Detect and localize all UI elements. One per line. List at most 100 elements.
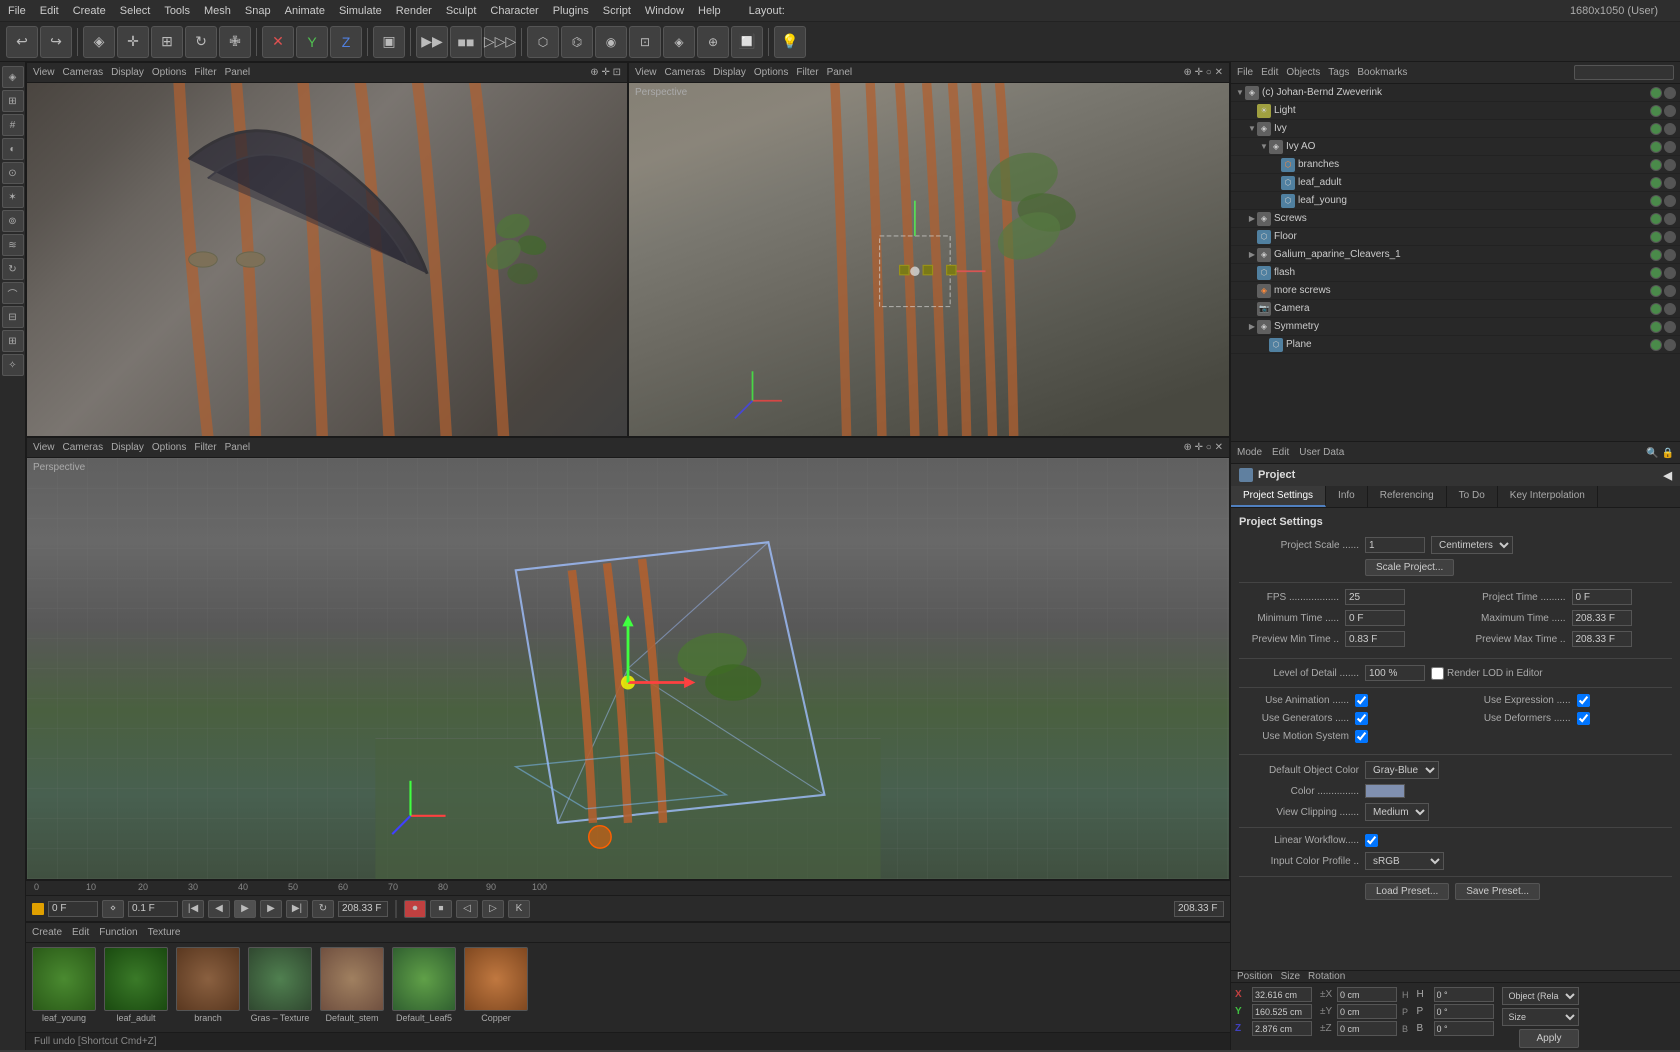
- vis-btn-green-1[interactable]: [1650, 105, 1662, 117]
- vis-btn-grey-14[interactable]: [1664, 339, 1676, 351]
- mat-edit[interactable]: Edit: [72, 927, 89, 938]
- record-all-btn[interactable]: ⏺: [404, 900, 426, 918]
- vis-btn-grey-8[interactable]: [1664, 231, 1676, 243]
- use-gen-checkbox[interactable]: [1355, 712, 1368, 725]
- rot-p-input[interactable]: [1434, 1004, 1494, 1019]
- tab-key-interp[interactable]: Key Interpolation: [1498, 486, 1598, 507]
- left-icon-5[interactable]: ⊙: [2, 162, 24, 184]
- material-item-4[interactable]: Default_stem: [318, 947, 386, 1023]
- expand-icon-9[interactable]: ▶: [1247, 250, 1257, 260]
- vp-tl-cameras[interactable]: Cameras: [63, 67, 104, 78]
- vis-btn-green-11[interactable]: [1650, 285, 1662, 297]
- menu-item-edit[interactable]: Edit: [40, 5, 59, 17]
- preview-max-input[interactable]: [1572, 631, 1632, 647]
- menu-item-window[interactable]: Window: [645, 5, 684, 17]
- vis-btn-grey-13[interactable]: [1664, 321, 1676, 333]
- proj-time-input[interactable]: [1572, 589, 1632, 605]
- use-expr-checkbox[interactable]: [1577, 694, 1590, 707]
- menu-item-create[interactable]: Create: [73, 5, 106, 17]
- vis-btn-grey-2[interactable]: [1664, 123, 1676, 135]
- vp-tr-filter[interactable]: Filter: [796, 67, 818, 78]
- object-item-3[interactable]: ▼◈Ivy AO: [1231, 138, 1680, 156]
- rot-b-input[interactable]: [1434, 1021, 1494, 1036]
- z-btn[interactable]: Z: [330, 26, 362, 58]
- material-item-1[interactable]: leaf_adult: [102, 947, 170, 1023]
- color-swatch[interactable]: [1365, 784, 1405, 798]
- prop-userdata[interactable]: User Data: [1299, 447, 1344, 458]
- om-tags[interactable]: Tags: [1328, 67, 1349, 78]
- menu-item-help[interactable]: Help: [698, 5, 721, 17]
- object-item-8[interactable]: ⬡Floor: [1231, 228, 1680, 246]
- vis-btn-green-6[interactable]: [1650, 195, 1662, 207]
- default-color-dropdown[interactable]: Gray-Blue Red Green Blue: [1365, 761, 1439, 779]
- input-color-dropdown[interactable]: sRGB Linear AdobeRGB: [1365, 852, 1444, 870]
- menu-item-mesh[interactable]: Mesh: [204, 5, 231, 17]
- rotate-btn[interactable]: ↻: [185, 26, 217, 58]
- preview-min-input[interactable]: [1345, 631, 1405, 647]
- material-item-0[interactable]: leaf_young: [30, 947, 98, 1023]
- tab-referencing[interactable]: Referencing: [1368, 486, 1447, 507]
- object-item-5[interactable]: ⬡leaf_adult: [1231, 174, 1680, 192]
- object-item-10[interactable]: ⬡flash: [1231, 264, 1680, 282]
- scale-btn[interactable]: ⊞: [151, 26, 183, 58]
- vp-tl-view[interactable]: View: [33, 67, 55, 78]
- use-motion-checkbox[interactable]: [1355, 730, 1368, 743]
- size-z-input[interactable]: [1337, 1021, 1397, 1036]
- object-item-9[interactable]: ▶◈Galium_aparine_Cleavers_1: [1231, 246, 1680, 264]
- linear-wf-checkbox[interactable]: [1365, 834, 1378, 847]
- menu-item-file[interactable]: File: [8, 5, 26, 17]
- object-item-14[interactable]: ⬡Plane: [1231, 336, 1680, 354]
- left-icon-1[interactable]: ◈: [2, 66, 24, 88]
- transform-btn[interactable]: ✙: [219, 26, 251, 58]
- transform-pos-tab[interactable]: Position: [1237, 971, 1273, 982]
- vis-btn-green-7[interactable]: [1650, 213, 1662, 225]
- viewport-top-left-canvas[interactable]: [27, 83, 627, 436]
- max-time-input[interactable]: [1572, 610, 1632, 626]
- vp-br-options[interactable]: Options: [152, 442, 186, 453]
- render-lod-checkbox[interactable]: [1431, 667, 1444, 680]
- material-item-5[interactable]: Default_Leaf5: [390, 947, 458, 1023]
- menu-item-tools[interactable]: Tools: [164, 5, 190, 17]
- pos-x-input[interactable]: [1252, 987, 1312, 1002]
- vp-br-view[interactable]: View: [33, 442, 55, 453]
- pos-z-input[interactable]: [1252, 1021, 1312, 1036]
- mat-create[interactable]: Create: [32, 927, 62, 938]
- x-btn[interactable]: ✕: [262, 26, 294, 58]
- tab-info[interactable]: Info: [1326, 486, 1368, 507]
- loop-btn[interactable]: ↻: [312, 900, 334, 918]
- left-icon-4[interactable]: ◐: [2, 138, 24, 160]
- sculpt-btn[interactable]: ⌬: [561, 26, 593, 58]
- transform-rot-tab[interactable]: Rotation: [1308, 971, 1345, 982]
- left-icon-3[interactable]: #: [2, 114, 24, 136]
- prop-lock-icon[interactable]: 🔒: [1662, 448, 1674, 459]
- left-icon-10[interactable]: ⌒: [2, 282, 24, 304]
- left-icon-13[interactable]: ✧: [2, 354, 24, 376]
- move-btn[interactable]: ✛: [117, 26, 149, 58]
- left-icon-9[interactable]: ↻: [2, 258, 24, 280]
- vis-btn-grey-4[interactable]: [1664, 159, 1676, 171]
- vis-btn-green-4[interactable]: [1650, 159, 1662, 171]
- mat-texture[interactable]: Texture: [148, 927, 181, 938]
- transform-size-tab[interactable]: Size: [1281, 971, 1300, 982]
- uv-btn[interactable]: ⊡: [629, 26, 661, 58]
- expand-icon-13[interactable]: ▶: [1247, 322, 1257, 332]
- keyframe-btn[interactable]: ⋄: [102, 900, 124, 918]
- size-y-input[interactable]: [1337, 1004, 1397, 1019]
- vp-br-panel[interactable]: Panel: [225, 442, 251, 453]
- record-btn[interactable]: ■■: [450, 26, 482, 58]
- vis-btn-grey-12[interactable]: [1664, 303, 1676, 315]
- goto-end-btn[interactable]: ▶|: [286, 900, 308, 918]
- expand-icon-0[interactable]: ▼: [1235, 88, 1245, 98]
- scale-input[interactable]: [1365, 537, 1425, 553]
- vis-btn-grey-6[interactable]: [1664, 195, 1676, 207]
- object-item-7[interactable]: ▶◈Screws: [1231, 210, 1680, 228]
- vis-btn-grey-11[interactable]: [1664, 285, 1676, 297]
- next-key-btn[interactable]: ▷: [482, 900, 504, 918]
- menu-item-render[interactable]: Render: [396, 5, 432, 17]
- vis-btn-grey-0[interactable]: [1664, 87, 1676, 99]
- vp-tl-filter[interactable]: Filter: [194, 67, 216, 78]
- object-item-2[interactable]: ▼◈Ivy: [1231, 120, 1680, 138]
- vp-tl-options[interactable]: Options: [152, 67, 186, 78]
- om-file[interactable]: File: [1237, 67, 1253, 78]
- size-mode-dropdown[interactable]: Size Scale: [1502, 1008, 1579, 1026]
